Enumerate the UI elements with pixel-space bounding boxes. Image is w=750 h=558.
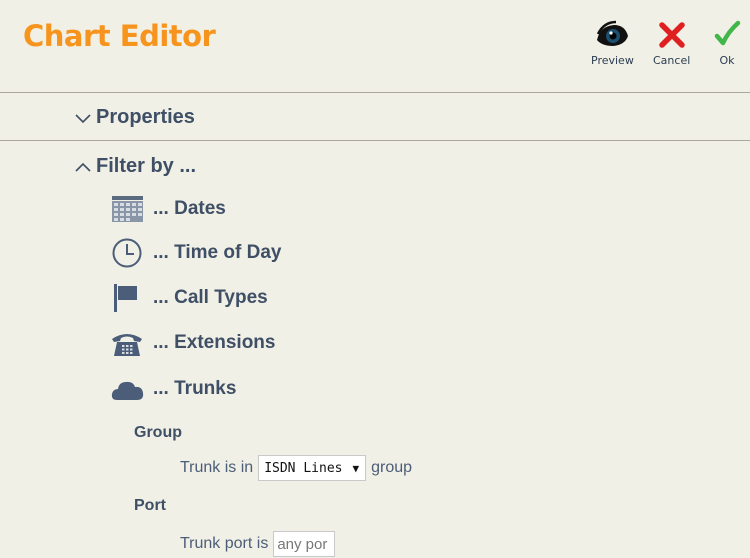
properties-label: Properties [96,106,195,128]
page-title: Chart Editor [23,19,216,53]
properties-section-toggle[interactable]: Properties [74,106,195,129]
ok-button[interactable]: Ok [713,16,741,67]
filter-time-of-day-label: ... Time of Day [153,242,282,263]
filter-section-toggle[interactable]: Filter by ... [74,155,196,178]
chevron-up-icon [75,162,91,172]
telephone-icon [112,334,142,356]
filter-extensions[interactable]: ... Extensions [111,328,275,358]
close-icon [658,22,685,48]
cancel-label: Cancel [653,54,691,67]
filter-time-of-day[interactable]: ... Time of Day [111,238,281,268]
ok-label: Ok [719,54,735,67]
chevron-down-icon [75,114,91,123]
preview-label: Preview [591,54,634,67]
group-prefix: Trunk is in [180,459,254,476]
port-prefix: Trunk port is [180,535,269,552]
header-divider [0,92,750,93]
filter-dates[interactable]: ... Dates [111,194,226,224]
group-suffix: group [371,459,413,476]
filter-dates-label: ... Dates [153,198,226,219]
port-input[interactable]: any por [273,531,336,557]
filter-trunks-label: ... Trunks [153,378,237,399]
checkmark-icon [714,20,741,46]
cancel-button[interactable]: Cancel [653,16,690,67]
cloud-icon [111,381,144,400]
group-label: Group [134,424,182,441]
filter-extensions-label: ... Extensions [153,332,276,353]
eye-icon [597,20,629,46]
filter-call-types-label: ... Call Types [153,287,268,308]
flag-icon [114,284,137,312]
group-select[interactable]: ISDN Lines ▼ [258,455,367,481]
group-row: Trunk is in ISDN Lines ▼ group [180,455,412,481]
group-select-value: ISDN Lines [264,460,343,476]
section-divider [0,140,750,141]
port-label: Port [134,497,166,514]
filter-call-types[interactable]: ... Call Types [111,283,268,313]
calendar-icon [112,196,143,222]
filter-trunks[interactable]: ... Trunks [111,374,236,404]
filter-label: Filter by ... [96,155,197,177]
caret-down-icon: ▼ [352,461,360,475]
clock-icon [112,238,142,268]
port-row: Trunk port is any por [180,531,336,557]
preview-button[interactable]: Preview [591,16,634,67]
header: Chart Editor Preview Cancel Ok [0,0,750,92]
